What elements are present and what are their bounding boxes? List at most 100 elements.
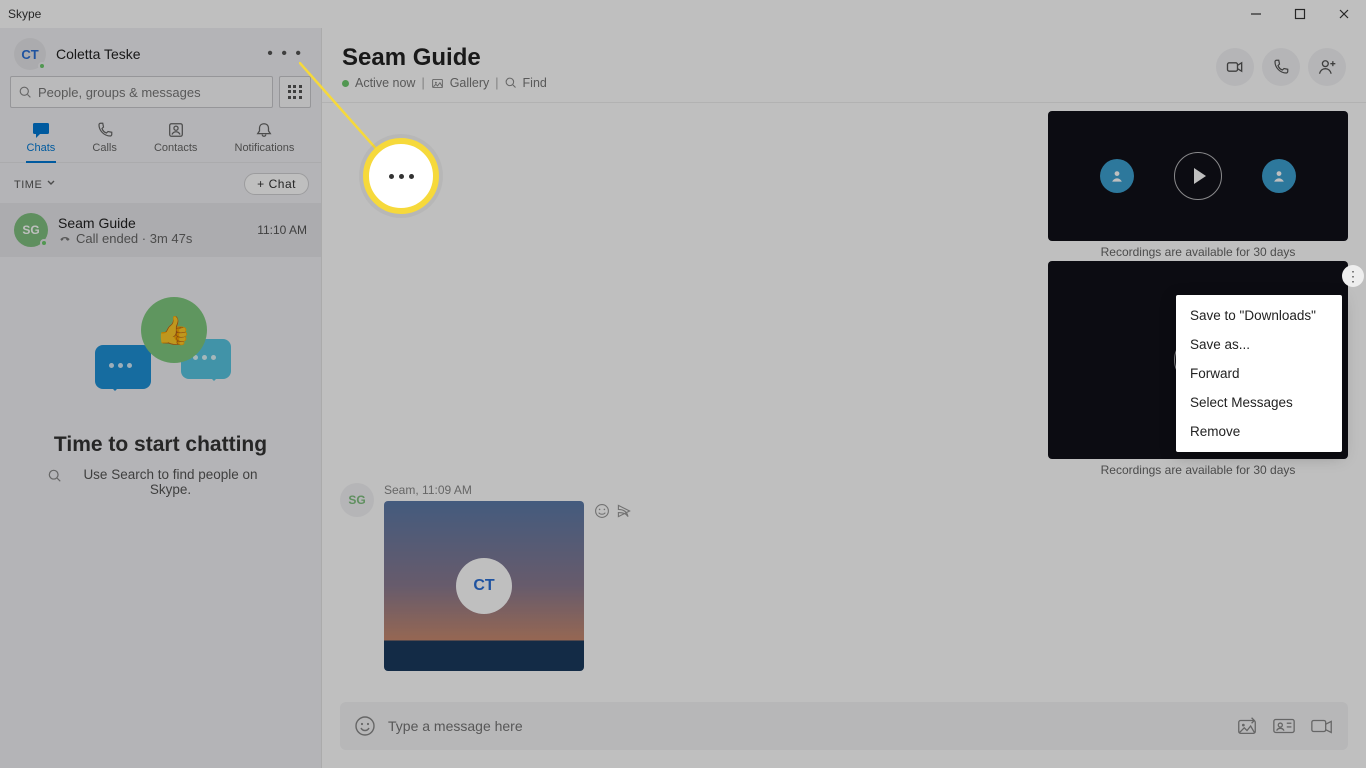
- search-icon: [48, 469, 62, 483]
- active-now-text: Active now: [355, 76, 415, 90]
- add-user-icon: [1317, 57, 1337, 77]
- play-button[interactable]: [1174, 152, 1222, 200]
- video-message-icon[interactable]: [1310, 715, 1334, 737]
- sidebar: CT Coletta Teske • • • People, groups & …: [0, 28, 322, 768]
- tab-chats[interactable]: Chats: [23, 118, 60, 156]
- message-avatar-initials: SG: [348, 493, 365, 507]
- message-reactions: [594, 503, 632, 519]
- self-avatar-initials: CT: [21, 47, 38, 62]
- dialpad-icon: [288, 85, 302, 99]
- maximize-button[interactable]: [1278, 0, 1322, 28]
- forward-icon[interactable]: [616, 503, 632, 519]
- video-icon: [1225, 57, 1245, 77]
- conversation-time: 11:10 AM: [257, 223, 307, 237]
- tab-calls-label: Calls: [92, 142, 116, 154]
- conversation-header: Seam Guide Active now | Gallery | Find: [322, 28, 1366, 103]
- message-avatar: SG: [340, 483, 374, 517]
- participant-avatar-icon: [1262, 159, 1296, 193]
- plus-icon: +: [257, 177, 265, 191]
- context-menu: Save to "Downloads" Save as... Forward S…: [1176, 295, 1342, 452]
- self-name[interactable]: Coletta Teske: [56, 46, 141, 62]
- new-chat-label: Chat: [269, 177, 296, 191]
- header-actions: [1216, 48, 1346, 86]
- message-sender: Seam: [384, 483, 415, 497]
- empty-title: Time to start chatting: [28, 433, 293, 457]
- presence-dot-icon: [342, 80, 349, 87]
- app-title: Skype: [8, 7, 41, 21]
- menu-forward[interactable]: Forward: [1176, 359, 1342, 388]
- separator: |: [495, 76, 498, 90]
- contact-badge-initials: CT: [473, 577, 494, 595]
- dialpad-button[interactable]: [279, 76, 311, 108]
- react-smile-icon[interactable]: [594, 503, 610, 519]
- chevron-down-icon: [46, 178, 56, 188]
- minimize-button[interactable]: [1234, 0, 1278, 28]
- emoji-icon[interactable]: [354, 715, 376, 737]
- menu-save-as[interactable]: Save as...: [1176, 330, 1342, 359]
- search-placeholder: People, groups & messages: [38, 85, 201, 100]
- self-avatar[interactable]: CT: [14, 38, 46, 70]
- message-composer: [340, 702, 1348, 750]
- bell-icon: [254, 120, 274, 140]
- phone-icon: [1272, 58, 1290, 76]
- conversation-avatar: SG: [14, 213, 48, 247]
- tab-calls[interactable]: Calls: [88, 118, 120, 156]
- contacts-icon: [166, 120, 186, 140]
- search-input[interactable]: People, groups & messages: [10, 76, 273, 108]
- filter-row: TIME + Chat: [0, 163, 321, 203]
- play-icon: [1194, 168, 1206, 184]
- sidebar-more-button[interactable]: • • •: [263, 41, 307, 67]
- recording-caption: Recordings are available for 30 days: [1048, 463, 1348, 477]
- title-bar: Skype: [0, 0, 1366, 28]
- find-link[interactable]: Find: [523, 76, 547, 90]
- audio-call-button[interactable]: [1262, 48, 1300, 86]
- message-row: SG Seam, 11:09 AM CT: [340, 483, 584, 671]
- conversation-pane: Seam Guide Active now | Gallery | Find: [322, 28, 1366, 768]
- add-participant-button[interactable]: [1308, 48, 1346, 86]
- call-ended-icon: [58, 231, 72, 245]
- recording-thumbnail[interactable]: [1048, 111, 1348, 241]
- video-call-button[interactable]: [1216, 48, 1254, 86]
- filter-time[interactable]: TIME: [14, 178, 56, 191]
- conversation-subtitle: Call ended · 3m 47s: [58, 231, 247, 246]
- presence-dot-icon: [38, 62, 46, 70]
- message-image[interactable]: CT: [384, 501, 584, 671]
- recording-caption: Recordings are available for 30 days: [1048, 245, 1348, 259]
- message-time: 11:09 AM: [422, 483, 472, 497]
- close-button[interactable]: [1322, 0, 1366, 28]
- menu-save-downloads[interactable]: Save to "Downloads": [1176, 301, 1342, 330]
- conversation-subtitle-text: Call ended · 3m 47s: [76, 231, 192, 246]
- chat-icon: [31, 120, 51, 140]
- tab-notifications[interactable]: Notifications: [231, 118, 299, 156]
- message-meta: Seam, 11:09 AM: [384, 483, 584, 497]
- menu-select-messages[interactable]: Select Messages: [1176, 388, 1342, 417]
- empty-subtitle: Use Search to find people on Skype.: [28, 467, 293, 497]
- new-chat-button[interactable]: + Chat: [244, 173, 309, 195]
- messages-area: Recordings are available for 30 days Rec…: [322, 103, 1366, 768]
- search-icon: [19, 86, 32, 99]
- conversation-item[interactable]: SG Seam Guide Call ended · 3m 47s 11:10 …: [0, 203, 321, 257]
- contact-badge: CT: [456, 558, 512, 614]
- gallery-link[interactable]: Gallery: [450, 76, 490, 90]
- phone-icon: [95, 120, 115, 140]
- menu-remove[interactable]: Remove: [1176, 417, 1342, 446]
- separator: |: [421, 76, 424, 90]
- message-more-button[interactable]: ⋮: [1342, 265, 1364, 287]
- more-icon: [389, 174, 414, 179]
- attach-image-icon[interactable]: [1236, 715, 1258, 737]
- search-icon: [505, 77, 517, 89]
- empty-state: 👍 Time to start chatting Use Search to f…: [0, 257, 321, 537]
- filter-label: TIME: [14, 179, 42, 191]
- profile-row: CT Coletta Teske • • •: [0, 28, 321, 76]
- empty-illustration: 👍: [91, 297, 231, 417]
- message-input[interactable]: [388, 718, 1224, 734]
- conversation-status-row: Active now | Gallery | Find: [342, 76, 547, 90]
- gallery-icon: [431, 77, 444, 90]
- nav-tabs: Chats Calls Contacts Notifications: [0, 116, 321, 163]
- conversation-title: Seam Guide: [58, 215, 247, 231]
- contact-card-icon[interactable]: [1272, 715, 1296, 737]
- tab-contacts[interactable]: Contacts: [150, 118, 201, 156]
- presence-dot-icon: [40, 239, 48, 247]
- tab-notifications-label: Notifications: [235, 142, 295, 154]
- conversation-header-title: Seam Guide: [342, 44, 547, 72]
